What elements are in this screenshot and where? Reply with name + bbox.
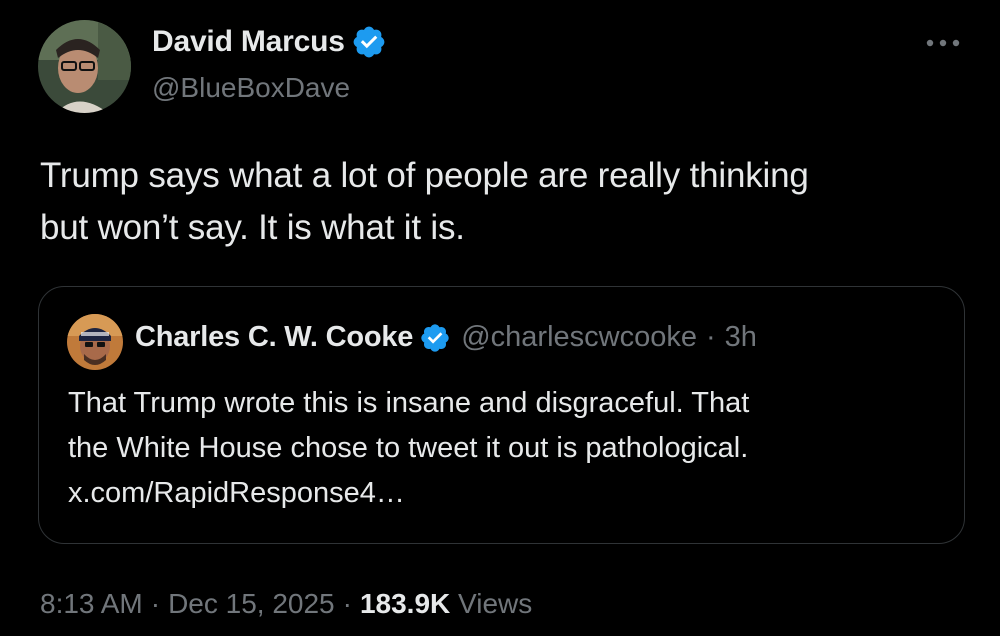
author-avatar[interactable] (38, 20, 131, 113)
separator-dot: · (705, 321, 716, 353)
verified-badge-icon (353, 26, 385, 58)
quote-author-handle[interactable]: @charlescwcooke (461, 321, 697, 354)
quote-text: That Trump wrote this is insane and disg… (68, 381, 948, 516)
quote-text-line: the White House chose to tweet it out is… (68, 432, 749, 464)
quote-header: Charles C. W. Cooke @charlescwcooke · 3h (135, 321, 757, 354)
author-name-row[interactable]: David Marcus (152, 24, 387, 60)
quote-author-avatar[interactable] (67, 314, 123, 370)
more-options-button[interactable] (918, 28, 968, 58)
tweet-time[interactable]: 8:13 AM (40, 588, 143, 619)
author-handle[interactable]: @BlueBoxDave (152, 72, 350, 104)
verified-badge-icon (421, 323, 449, 352)
views-label: Views (458, 588, 533, 619)
quote-author-name[interactable]: Charles C. W. Cooke (135, 321, 413, 354)
tweet-text: Trump says what a lot of people are real… (40, 150, 960, 254)
more-horizontal-icon (926, 39, 960, 47)
tweet-text-line: but won’t say. It is what it is. (40, 208, 465, 247)
tweet-text-line: Trump says what a lot of people are real… (40, 156, 809, 195)
tweet-meta: 8:13 AM · Dec 15, 2025 · 183.9K Views (40, 588, 532, 620)
author-name[interactable]: David Marcus (152, 25, 345, 59)
quote-tweet-card[interactable]: Charles C. W. Cooke @charlescwcooke · 3h… (38, 286, 965, 544)
tweet-date[interactable]: Dec 15, 2025 (168, 588, 335, 619)
quote-timestamp[interactable]: 3h (725, 321, 757, 354)
quote-link[interactable]: x.com/RapidResponse4… (68, 471, 948, 516)
tweet: David Marcus @BlueBoxDave Trump says wha… (0, 0, 1000, 636)
separator-dot: · (342, 588, 352, 619)
separator-dot: · (150, 588, 161, 619)
quote-text-line: That Trump wrote this is insane and disg… (68, 387, 750, 419)
views-count: 183.9K (359, 588, 451, 619)
